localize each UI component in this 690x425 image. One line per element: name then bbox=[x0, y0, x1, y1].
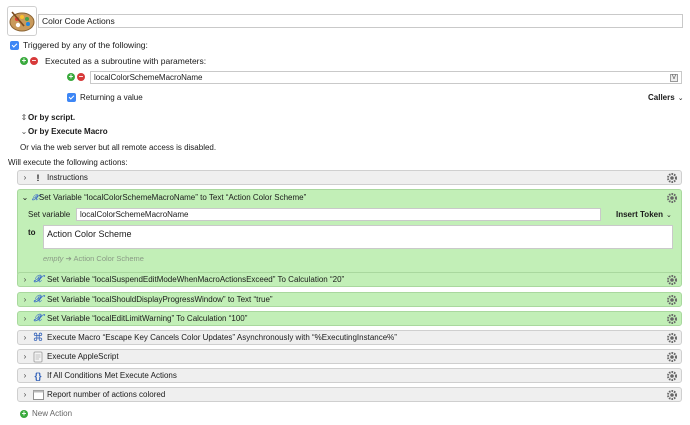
exclamation-icon: ! bbox=[36, 172, 40, 183]
chevron-right-icon[interactable]: › bbox=[18, 275, 32, 284]
chevron-right-icon[interactable]: › bbox=[18, 314, 32, 323]
variable-name-field[interactable]: localColorSchemeMacroName bbox=[76, 208, 601, 221]
action-row[interactable]: › Execute AppleScript bbox=[17, 349, 682, 364]
insert-token-label: Insert Token bbox=[616, 210, 663, 219]
macro-icon[interactable] bbox=[7, 6, 37, 36]
applescript-icon bbox=[32, 351, 44, 363]
or-by-execute-macro-label: Or by Execute Macro bbox=[28, 127, 108, 136]
gear-icon[interactable] bbox=[666, 370, 678, 382]
arrow-right-icon: ➔ bbox=[65, 254, 74, 263]
action-label: Set Variable “localEditLimitWarning” To … bbox=[47, 314, 248, 323]
plus-circle-icon: + bbox=[20, 408, 28, 418]
action-row[interactable]: › 𝒳 Set Variable “localSuspendEditModeWh… bbox=[17, 272, 682, 287]
web-server-note: Or via the web server but all remote acc… bbox=[20, 143, 217, 152]
new-action-button[interactable]: + New Action bbox=[20, 409, 72, 418]
gear-icon[interactable] bbox=[666, 332, 678, 344]
chevron-right-icon[interactable]: › bbox=[18, 352, 32, 361]
command-key-icon: ⌘ bbox=[32, 332, 44, 344]
set-variable-label: Set variable bbox=[28, 210, 71, 219]
callers-label: Callers bbox=[648, 93, 675, 102]
triggered-checkbox[interactable] bbox=[10, 40, 19, 50]
chevron-right-icon[interactable]: › bbox=[18, 295, 32, 304]
preview-value: Action Color Scheme bbox=[73, 254, 144, 263]
gear-icon[interactable] bbox=[666, 389, 678, 401]
parameter-name-field[interactable]: localColorSchemeMacroName V bbox=[90, 71, 682, 84]
chevron-right-icon[interactable]: › bbox=[18, 333, 32, 342]
action-label: Execute AppleScript bbox=[47, 352, 119, 361]
action-row[interactable]: › 𝒳 Set Variable “localEditLimitWarning”… bbox=[17, 311, 682, 326]
gear-icon[interactable] bbox=[666, 294, 678, 306]
remove-trigger-icon[interactable]: – bbox=[30, 57, 38, 65]
gear-icon[interactable] bbox=[666, 172, 678, 184]
parameter-name: localColorSchemeMacroName bbox=[94, 73, 203, 82]
preview-empty: empty bbox=[43, 254, 64, 263]
add-trigger-icon[interactable]: + bbox=[20, 57, 28, 65]
chevron-down-icon: ⌄ bbox=[677, 94, 684, 102]
action-row[interactable]: › ⌘ Execute Macro “Escape Key Cancels Co… bbox=[17, 330, 682, 345]
triggered-label: Triggered by any of the following: bbox=[23, 40, 148, 50]
gear-icon[interactable] bbox=[666, 351, 678, 363]
chevron-down-icon: ⌄ bbox=[665, 211, 672, 219]
action-label: If All Conditions Met Execute Actions bbox=[47, 371, 177, 380]
subroutine-trigger-row: + – Executed as a subroutine with parame… bbox=[20, 56, 206, 66]
variable-x-icon: 𝒳 bbox=[33, 294, 43, 305]
action-row[interactable]: › ! Instructions bbox=[17, 170, 682, 185]
braces-icon: {} bbox=[34, 370, 42, 381]
window-icon bbox=[32, 389, 44, 401]
action-row[interactable]: › 𝒳 Set Variable “localShouldDisplayProg… bbox=[17, 292, 682, 307]
returning-row: Returning a value bbox=[67, 93, 143, 102]
triggered-row: Triggered by any of the following: bbox=[10, 40, 148, 50]
variable-x-icon: 𝒳 bbox=[33, 274, 43, 285]
chevron-right-icon[interactable]: › bbox=[18, 390, 32, 399]
insert-token-button[interactable]: Insert Token ⌄ bbox=[616, 210, 672, 219]
text-value-area[interactable]: Action Color Scheme bbox=[43, 225, 673, 249]
remove-parameter-icon[interactable]: – bbox=[77, 73, 85, 81]
variable-menu-badge[interactable]: V bbox=[670, 74, 678, 82]
subroutine-label: Executed as a subroutine with parameters… bbox=[45, 56, 207, 66]
new-action-label: New Action bbox=[32, 409, 73, 418]
gear-icon[interactable] bbox=[666, 313, 678, 325]
callers-button[interactable]: Callers ⌄ bbox=[648, 93, 684, 102]
variable-x-icon: 𝒳 bbox=[32, 192, 39, 202]
action-label: Set Variable “localSuspendEditModeWhenMa… bbox=[47, 275, 345, 284]
gear-icon[interactable] bbox=[666, 274, 678, 286]
chevron-down-icon: ⌄ bbox=[20, 127, 28, 136]
action-row[interactable]: › {} If All Conditions Met Execute Actio… bbox=[17, 368, 682, 383]
gear-icon[interactable] bbox=[666, 192, 678, 204]
action-expanded-header[interactable]: ⌄ 𝒳 Set Variable “localColorSchemeMacroN… bbox=[18, 191, 307, 204]
add-parameter-icon[interactable]: + bbox=[67, 73, 75, 81]
action-label: Execute Macro “Escape Key Cancels Color … bbox=[47, 333, 397, 342]
chevron-down-icon[interactable]: ⌄ bbox=[18, 193, 32, 202]
or-by-script-label: Or by script. bbox=[28, 113, 76, 122]
action-expanded[interactable]: ⌄ 𝒳 Set Variable “localColorSchemeMacroN… bbox=[17, 189, 682, 276]
returning-checkbox[interactable] bbox=[67, 93, 76, 102]
action-label: Set Variable “localColorSchemeMacroName”… bbox=[38, 193, 307, 202]
or-by-script-row[interactable]: ⇕ Or by script. bbox=[20, 113, 75, 122]
chevron-right-icon[interactable]: › bbox=[18, 173, 32, 182]
action-label: Set Variable “localShouldDisplayProgress… bbox=[47, 295, 273, 304]
updown-icon: ⇕ bbox=[20, 113, 28, 122]
actions-header: Will execute the following actions: bbox=[8, 158, 128, 167]
or-by-execute-macro-row[interactable]: ⌄ Or by Execute Macro bbox=[20, 127, 108, 136]
returning-label: Returning a value bbox=[80, 93, 143, 102]
text-preview: empty ➔ Action Color Scheme bbox=[43, 254, 144, 263]
macro-name-field[interactable]: Color Code Actions bbox=[38, 14, 683, 28]
action-row[interactable]: › Report number of actions colored bbox=[17, 387, 682, 402]
param-buttons: + – bbox=[67, 73, 85, 81]
palette-icon bbox=[9, 11, 35, 32]
action-label: Report number of actions colored bbox=[47, 390, 166, 399]
chevron-right-icon[interactable]: › bbox=[18, 371, 32, 380]
variable-x-icon: 𝒳 bbox=[33, 313, 43, 324]
action-label: Instructions bbox=[47, 173, 88, 182]
to-label: to bbox=[28, 228, 36, 237]
